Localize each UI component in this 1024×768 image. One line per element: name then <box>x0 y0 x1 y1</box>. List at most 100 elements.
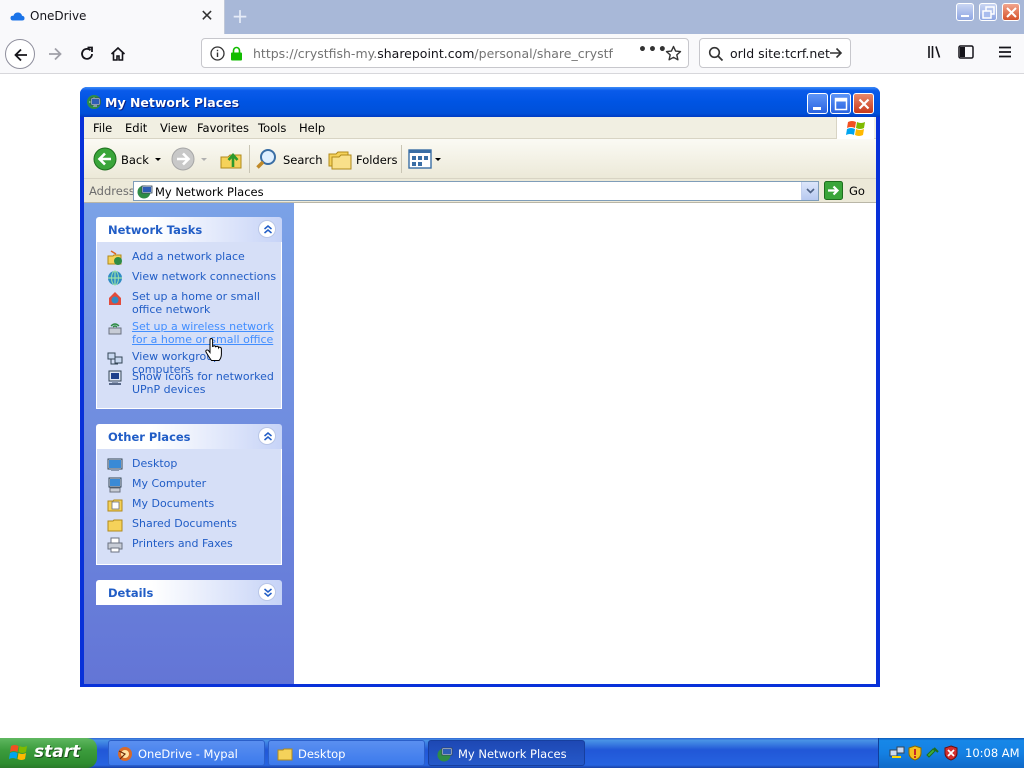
back-button[interactable] <box>5 39 35 69</box>
browser-minimize-button[interactable] <box>956 3 974 21</box>
windows-security-alert-icon[interactable] <box>943 745 959 761</box>
new-tab-button[interactable]: + <box>229 5 251 27</box>
views-button[interactable] <box>406 146 442 173</box>
workgroup-computers-icon <box>107 352 123 365</box>
close-icon <box>858 98 870 110</box>
other-places-header[interactable]: Other Places <box>96 424 282 449</box>
back-dropdown-icon[interactable] <box>154 157 162 163</box>
security-shield-icon[interactable] <box>907 745 923 761</box>
browser-tab[interactable]: OneDrive ✕ <box>0 0 225 34</box>
place-my-computer[interactable]: My Computer <box>107 476 283 494</box>
details-header[interactable]: Details <box>96 580 282 605</box>
home-button[interactable] <box>103 39 133 69</box>
library-icon[interactable] <box>926 43 944 61</box>
tab-close-icon[interactable]: ✕ <box>199 7 215 25</box>
address-dropdown-button[interactable] <box>801 182 818 200</box>
window-body: File Edit View Favorites Tools Help Back… <box>84 117 876 684</box>
window-close-button[interactable] <box>853 93 874 114</box>
add-network-place-icon <box>107 250 122 265</box>
window-maximize-button[interactable] <box>830 93 851 114</box>
toolbar-separator <box>249 145 250 173</box>
window-title-bar[interactable]: My Network Places <box>80 87 880 117</box>
reload-button[interactable] <box>72 39 102 69</box>
place-label: Printers and Faxes <box>132 537 233 550</box>
info-icon[interactable] <box>210 46 225 61</box>
menu-icon[interactable] <box>996 43 1014 61</box>
place-shared-documents[interactable]: Shared Documents <box>107 516 283 534</box>
place-desktop[interactable]: Desktop <box>107 456 283 474</box>
browser-nav-bar: https://crystfish-my.sharepoint.com/pers… <box>0 34 1024 74</box>
home-icon <box>110 46 126 61</box>
url-bar[interactable]: https://crystfish-my.sharepoint.com/pers… <box>201 38 689 68</box>
lock-icon[interactable] <box>230 46 243 61</box>
up-button[interactable] <box>217 146 245 173</box>
search-magnifier-icon <box>256 149 276 169</box>
taskbar-item-label: OneDrive - Mypal <box>138 747 238 761</box>
home-network-icon <box>109 292 121 305</box>
menu-file[interactable]: File <box>93 121 112 135</box>
forward-dropdown-icon[interactable] <box>200 157 208 163</box>
wireless-network-icon <box>108 323 122 335</box>
go-button[interactable]: Go <box>824 181 872 201</box>
search-button[interactable]: Search <box>254 146 323 173</box>
task-pane: Network Tasks Add a network place View n… <box>84 203 294 684</box>
place-printers-faxes[interactable]: Printers and Faxes <box>107 536 283 554</box>
back-button[interactable]: Back <box>92 146 164 173</box>
browser-close-button[interactable] <box>1002 3 1020 21</box>
search-input[interactable]: orld site:tcrf.net <box>730 46 830 61</box>
page-actions-icon[interactable]: ••• <box>638 42 667 58</box>
up-folder-icon <box>220 153 242 169</box>
menu-view[interactable]: View <box>160 121 187 135</box>
other-places-list: Desktop My Computer My Documents Shared … <box>96 449 282 565</box>
window-title: My Network Places <box>105 95 240 110</box>
network-connections-icon <box>108 270 122 286</box>
views-icon <box>408 149 432 169</box>
menu-tools[interactable]: Tools <box>258 121 286 135</box>
content-area: Network Tasks Add a network place View n… <box>84 203 876 684</box>
network-tasks-header[interactable]: Network Tasks <box>96 217 282 242</box>
task-setup-home-network[interactable]: Set up a home or small office network <box>107 289 283 319</box>
onedrive-icon <box>10 12 25 21</box>
network-tray-icon[interactable] <box>889 745 905 761</box>
taskbar-item-onedrive[interactable]: OneDrive - Mypal <box>108 740 265 766</box>
address-field[interactable]: My Network Places <box>133 181 819 201</box>
folders-icon <box>328 151 352 170</box>
sidebar-icon[interactable] <box>957 43 975 61</box>
safely-remove-icon[interactable] <box>925 745 941 761</box>
collapse-button[interactable] <box>258 220 276 238</box>
search-go-icon[interactable] <box>828 45 844 61</box>
forward-button[interactable] <box>170 146 210 173</box>
task-add-network-place[interactable]: Add a network place <box>107 249 283 267</box>
taskbar-item-network-places[interactable]: My Network Places <box>428 740 585 766</box>
browser-restore-button[interactable] <box>979 3 997 21</box>
hand-cursor-icon <box>205 338 222 361</box>
details-panel: Details <box>96 580 282 605</box>
start-button[interactable]: start <box>0 738 97 768</box>
taskbar-item-label: My Network Places <box>458 747 567 761</box>
network-places-icon <box>137 185 153 199</box>
menu-help[interactable]: Help <box>299 121 325 135</box>
folders-button[interactable]: Folders <box>327 146 398 173</box>
address-value: My Network Places <box>155 185 264 199</box>
search-box[interactable]: orld site:tcrf.net <box>699 38 851 68</box>
bookmark-star-icon[interactable] <box>665 45 682 62</box>
minimize-icon <box>961 15 969 17</box>
url-text[interactable]: https://crystfish-my.sharepoint.com/pers… <box>253 46 613 61</box>
task-setup-wireless-network[interactable]: Set up a wireless network for a home or … <box>107 319 283 349</box>
window-minimize-button[interactable] <box>807 93 828 114</box>
menu-edit[interactable]: Edit <box>125 121 147 135</box>
task-show-upnp-devices[interactable]: Show icons for networked UPnP devices <box>107 369 283 399</box>
task-view-workgroup-computers[interactable]: View workgroup computers <box>107 349 283 376</box>
place-label: Desktop <box>132 457 178 470</box>
menu-favorites[interactable]: Favorites <box>197 121 249 135</box>
taskbar-item-desktop[interactable]: Desktop <box>268 740 425 766</box>
task-view-network-connections[interactable]: View network connections <box>107 269 283 287</box>
shared-documents-icon <box>107 519 123 532</box>
collapse-button[interactable] <box>258 427 276 445</box>
forward-button[interactable] <box>40 39 70 69</box>
expand-button[interactable] <box>258 583 276 601</box>
file-list-view[interactable] <box>294 203 876 684</box>
place-my-documents[interactable]: My Documents <box>107 496 283 514</box>
clock: 10:08 AM <box>965 746 1020 760</box>
address-label: Address <box>89 184 135 198</box>
